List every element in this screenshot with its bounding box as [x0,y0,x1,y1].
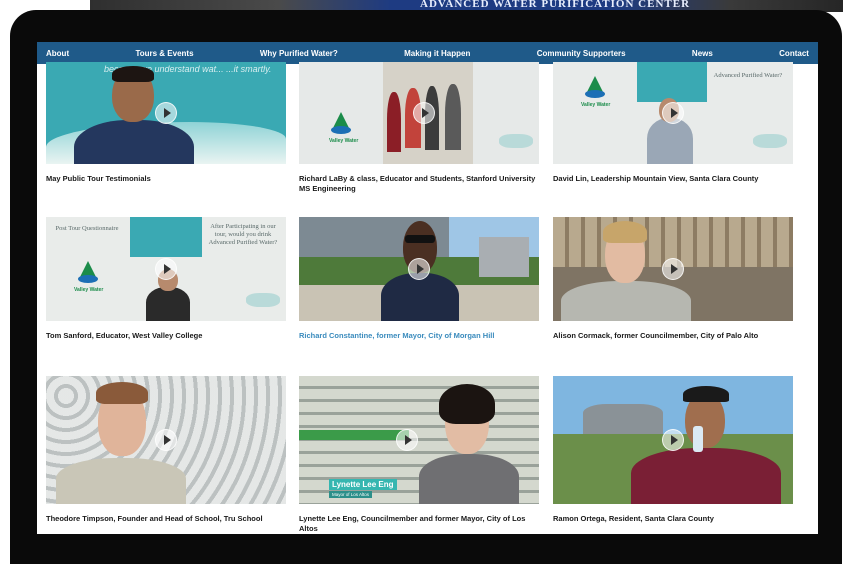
video-thumbnail[interactable] [46,376,286,504]
play-icon[interactable] [662,258,684,280]
name-banner: Lynette Lee Eng [329,479,397,490]
sign-text-right: After Participating in our tour, would y… [208,223,278,246]
name-banner-subtitle: Mayor of Los Altos [329,491,373,498]
person-figure [419,454,519,504]
play-icon[interactable] [396,429,418,451]
green-pipe [299,430,409,440]
sign-text-left: Post Tour Questionnaire [55,225,119,232]
wall-banner [130,217,202,257]
wave-graphic [246,293,280,307]
storage-tank [583,404,663,434]
valley-water-wave-icon [585,90,605,98]
video-grid: because we understand wat... ...it smart… [37,62,818,534]
person-figure [387,92,401,152]
play-icon[interactable] [412,102,435,124]
person-figure [647,118,693,164]
sign-text: Advanced Purified Water? [713,72,783,79]
video-caption[interactable]: Ramon Ortega, Resident, Santa Clara Coun… [553,514,793,524]
background-sign-text: ADVANCED WATER PURIFICATION CENTER [420,0,691,10]
person-figure [561,281,691,321]
video-card: because we understand wat... ...it smart… [46,62,286,184]
wave-graphic [753,134,787,148]
video-thumbnail[interactable] [299,217,539,321]
play-icon[interactable] [662,102,684,124]
nav-item-why-purified-water[interactable]: Why Purified Water? [260,49,338,58]
video-caption[interactable]: Tom Sanford, Educator, West Valley Colle… [46,331,286,341]
nav-item-about[interactable]: About [46,49,69,58]
video-caption[interactable]: Theodore Timpson, Founder and Head of Sc… [46,514,286,524]
video-card: Post Tour Questionnaire Valley Water Aft… [46,217,286,341]
water-bottle-icon [693,426,703,452]
person-hair [603,221,647,243]
video-caption[interactable]: Richard LaBy & class, Educator and Stude… [299,174,539,194]
video-caption[interactable]: Lynette Lee Eng, Councilmember and forme… [299,514,539,534]
video-caption[interactable]: David Lin, Leadership Mountain View, San… [553,174,793,184]
person-figure [146,287,190,321]
person-figure [56,458,186,504]
sunglasses-icon [405,235,435,243]
video-thumbnail[interactable] [553,376,793,504]
video-thumbnail[interactable]: Lynette Lee Eng Mayor of Los Altos [299,376,539,504]
video-thumbnail[interactable]: Valley Water [299,62,539,164]
video-thumbnail[interactable]: because we understand wat... ...it smart… [46,62,286,164]
nav-item-contact[interactable]: Contact [779,49,809,58]
valley-water-wave-icon [78,275,98,283]
video-caption[interactable]: Alison Cormack, former Councilmember, Ci… [553,331,793,341]
nav-item-news[interactable]: News [692,49,713,58]
tablet-screen: About Tours & Events Why Purified Water?… [37,42,818,534]
logo-text: Valley Water [581,102,611,108]
play-icon[interactable] [408,258,430,280]
person-hair [439,384,495,424]
video-caption[interactable]: Richard Constantine, former Mayor, City … [299,331,539,341]
nav-item-making-it-happen[interactable]: Making it Happen [404,49,470,58]
nav-item-tours-events[interactable]: Tours & Events [135,49,193,58]
top-nav: About Tours & Events Why Purified Water?… [37,42,818,64]
video-caption[interactable]: May Public Tour Testimonials [46,174,286,184]
person-hair [112,66,154,82]
person-figure [74,120,194,164]
wave-graphic [499,134,533,148]
video-card: Richard Constantine, former Mayor, City … [299,217,539,341]
cap-icon [683,386,729,402]
video-card: Valley Water Advanced Purified Water? Da… [553,62,793,184]
play-icon[interactable] [155,258,177,280]
nav-item-community-supporters[interactable]: Community Supporters [537,49,626,58]
video-thumbnail[interactable] [553,217,793,321]
video-card: Alison Cormack, former Councilmember, Ci… [553,217,793,341]
video-thumbnail[interactable]: Valley Water Advanced Purified Water? [553,62,793,164]
valley-water-wave-icon [331,126,351,134]
plant-structure [479,237,529,277]
person-figure [381,273,459,321]
logo-text: Valley Water [74,287,104,293]
video-thumbnail[interactable]: Post Tour Questionnaire Valley Water Aft… [46,217,286,321]
video-card: Valley Water Richard LaBy & class, Educa… [299,62,539,194]
play-icon[interactable] [662,429,684,451]
logo-text: Valley Water [329,138,359,144]
person-figure [631,448,781,504]
person-figure [445,84,461,150]
person-hair [96,382,148,404]
wall-banner [637,62,707,102]
video-card: Lynette Lee Eng Mayor of Los Altos Lynet… [299,376,539,534]
video-card: Ramon Ortega, Resident, Santa Clara Coun… [553,376,793,524]
video-card: Theodore Timpson, Founder and Head of Sc… [46,376,286,524]
play-icon[interactable] [155,429,177,451]
play-icon[interactable] [155,102,177,124]
